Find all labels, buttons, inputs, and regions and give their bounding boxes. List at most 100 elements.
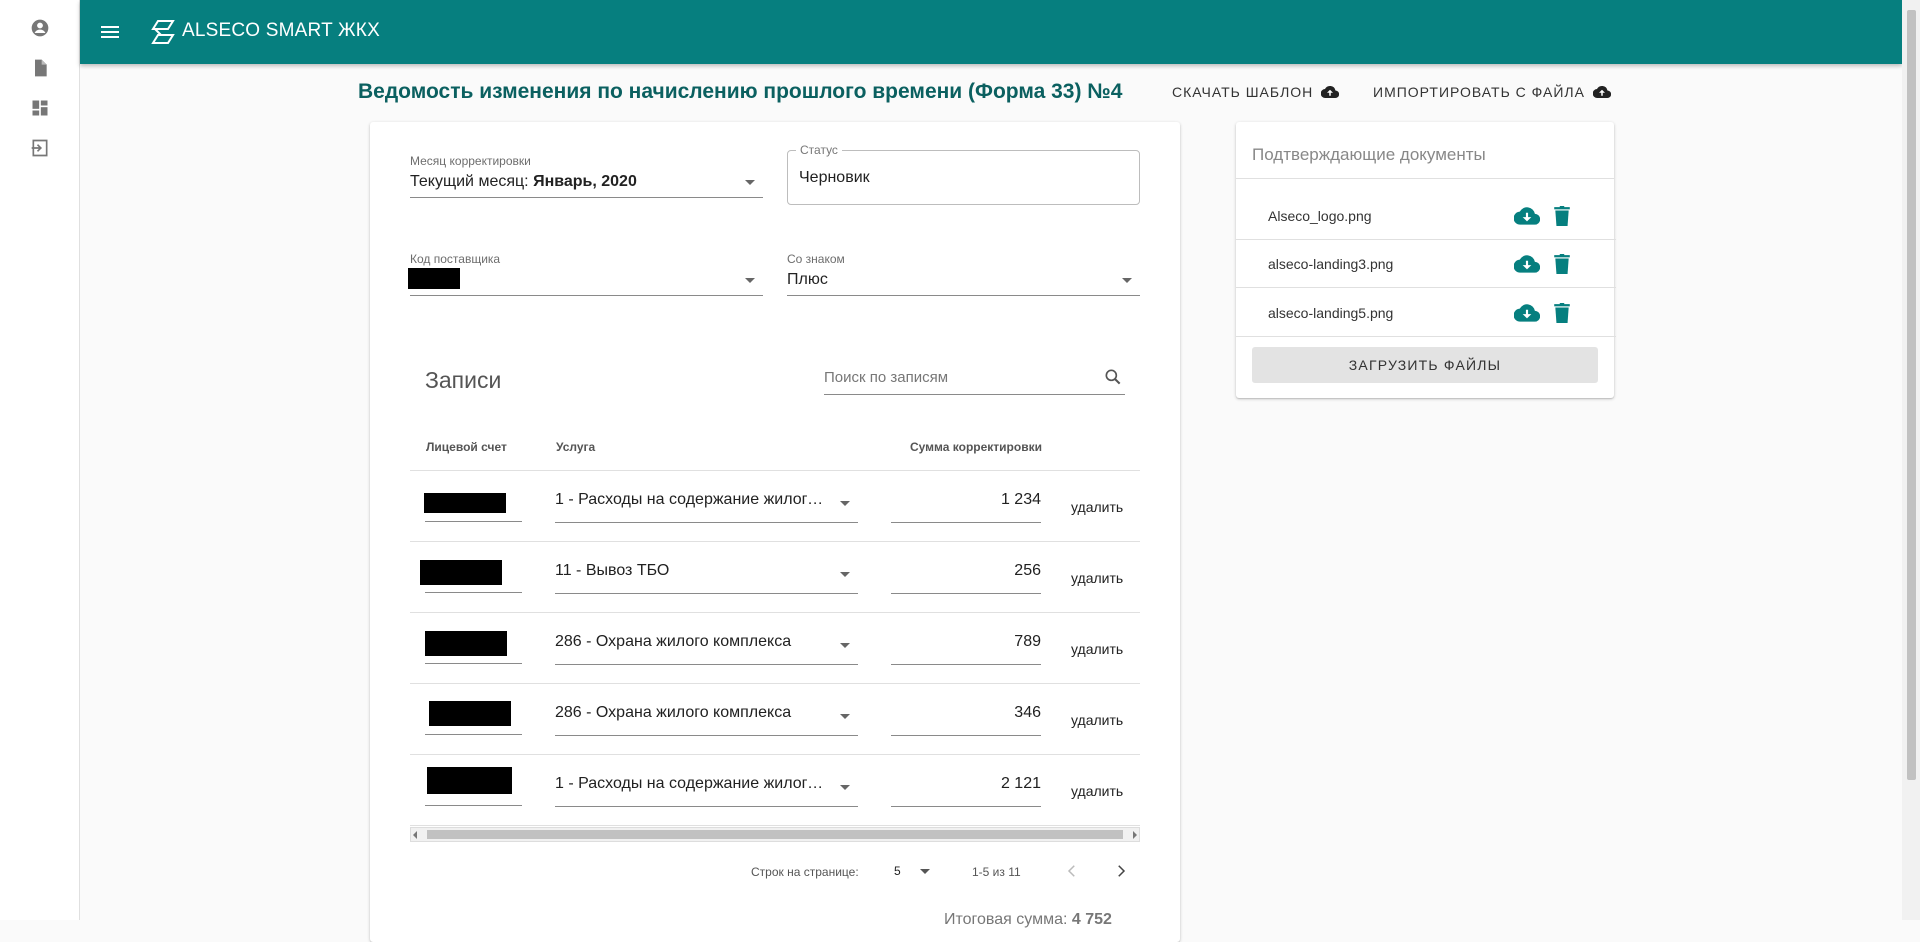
service-value: 11 - Вывоз ТБО — [555, 562, 670, 579]
document-item: alseco-landing5.png — [1236, 289, 1616, 337]
scroll-left-icon[interactable] — [413, 831, 417, 839]
login-icon[interactable] — [30, 138, 50, 158]
redacted-account — [425, 631, 507, 656]
month-select[interactable]: Месяц корректировки Текущий месяц: Январ… — [410, 154, 763, 198]
supplier-label: Код поставщика — [410, 252, 501, 266]
amount-input[interactable]: 256 — [891, 562, 1041, 594]
amount-input[interactable]: 346 — [891, 704, 1041, 736]
chevron-down-icon — [745, 278, 755, 283]
table-row: 1 - Расходы на содержание жилого помещен… — [410, 471, 1140, 542]
chevron-down-icon — [840, 501, 850, 506]
download-template-button[interactable]: СКАЧАТЬ ШАБЛОН — [1172, 84, 1340, 100]
status-label: Статус — [796, 143, 842, 157]
status-value: Черновик — [799, 169, 870, 186]
amount-input[interactable]: 789 — [891, 633, 1041, 665]
redacted-supplier-code — [408, 268, 460, 289]
cloud-upload-icon — [1321, 86, 1340, 99]
cloud-download-icon[interactable] — [1514, 254, 1540, 274]
service-select[interactable]: 1 - Расходы на содержание жилого помещен… — [555, 491, 858, 523]
documents-divider — [1236, 178, 1614, 179]
trash-icon[interactable] — [1554, 206, 1570, 226]
page-scrollbar[interactable] — [1902, 0, 1920, 920]
column-service: Услуга — [556, 440, 596, 454]
amount-input[interactable]: 1 234 — [891, 491, 1041, 523]
menu-icon[interactable] — [98, 20, 122, 44]
records-title: Записи — [425, 367, 502, 393]
month-prefix: Текущий месяц: — [410, 173, 529, 190]
trash-icon[interactable] — [1554, 303, 1570, 323]
supplier-code-select[interactable]: Код поставщика — [408, 252, 763, 296]
service-value: 1 - Расходы на содержание жилого помещен… — [555, 491, 825, 508]
table-horizontal-scrollbar[interactable] — [410, 827, 1140, 842]
file-icon[interactable] — [30, 58, 50, 78]
trash-icon[interactable] — [1554, 254, 1570, 274]
upload-files-button[interactable]: ЗАГРУЗИТЬ ФАЙЛЫ — [1252, 347, 1598, 383]
import-file-label: ИМПОРТИРОВАТЬ С ФАЙЛА — [1373, 84, 1585, 100]
scroll-right-icon[interactable] — [1133, 831, 1137, 839]
records-search-input[interactable]: Поиск по записям — [824, 364, 1125, 395]
rows-per-page-label: Строк на странице: — [751, 865, 859, 879]
status-field[interactable]: Статус Черновик — [787, 143, 1140, 205]
documents-title: Подтверждающие документы — [1252, 145, 1486, 164]
document-item: Alseco_logo.png — [1236, 192, 1616, 240]
app-bar: ALSECO SMART ЖКХ — [80, 0, 1902, 64]
document-name: alseco-landing5.png — [1268, 305, 1394, 321]
total-sum: Итоговая сумма: 4 752 — [944, 911, 1112, 929]
table-row: 286 - Охрана жилого комплекса 789 удалит… — [410, 613, 1140, 684]
service-select[interactable]: 11 - Вывоз ТБО — [555, 562, 858, 594]
delete-row-button[interactable]: удалить — [1071, 712, 1123, 728]
account-input[interactable] — [425, 734, 522, 735]
month-value: Текущий месяц: Январь, 2020 — [410, 173, 637, 191]
amount-input[interactable]: 2 121 — [891, 775, 1041, 807]
import-file-button[interactable]: ИМПОРТИРОВАТЬ С ФАЙЛА — [1373, 84, 1611, 100]
scrollbar-thumb[interactable] — [427, 830, 1123, 839]
document-name: Alseco_logo.png — [1268, 208, 1372, 224]
service-value: 286 - Охрана жилого комплекса — [555, 704, 792, 721]
account-icon[interactable] — [30, 18, 50, 38]
sign-select[interactable]: Со знаком Плюс — [787, 252, 1140, 296]
document-name: alseco-landing3.png — [1268, 256, 1394, 272]
service-select[interactable]: 286 - Охрана жилого комплекса — [555, 633, 858, 665]
chevron-down-icon — [840, 572, 850, 577]
search-placeholder: Поиск по записям — [824, 369, 949, 386]
chevron-down-icon — [840, 714, 850, 719]
service-select[interactable]: 286 - Охрана жилого комплекса — [555, 704, 858, 736]
next-page-icon[interactable] — [1112, 862, 1130, 880]
cloud-download-icon[interactable] — [1514, 206, 1540, 226]
redacted-account — [429, 701, 511, 726]
account-input[interactable] — [425, 521, 522, 522]
page-title: Ведомость изменения по начислению прошло… — [358, 80, 1123, 103]
column-amount: Сумма корректировки — [910, 440, 1042, 454]
service-value: 1 - Расходы на содержание жилого помещен… — [555, 775, 825, 792]
month-current: Январь, 2020 — [533, 173, 637, 190]
account-input[interactable] — [425, 663, 522, 664]
delete-row-button[interactable]: удалить — [1071, 499, 1123, 515]
previous-page-icon[interactable] — [1063, 862, 1081, 880]
chevron-down-icon — [745, 180, 755, 185]
chevron-down-icon — [1122, 278, 1132, 283]
delete-row-button[interactable]: удалить — [1071, 783, 1123, 799]
left-navigation-rail — [0, 0, 80, 920]
delete-row-button[interactable]: удалить — [1071, 641, 1123, 657]
scrollbar-thumb[interactable] — [1907, 10, 1916, 780]
service-select[interactable]: 1 - Расходы на содержание жилого помещен… — [555, 775, 858, 807]
month-label: Месяц корректировки — [410, 154, 531, 168]
column-account: Лицевой счет — [426, 440, 507, 454]
sign-label: Со знаком — [787, 252, 845, 266]
search-icon[interactable] — [1103, 367, 1123, 387]
rows-per-page-select[interactable]: 5 — [894, 862, 932, 882]
table-row: 11 - Вывоз ТБО 256 удалить — [410, 542, 1140, 613]
redacted-account — [424, 493, 506, 513]
account-input[interactable] — [425, 592, 522, 593]
dashboard-icon[interactable] — [30, 98, 50, 118]
document-item: alseco-landing3.png — [1236, 240, 1616, 288]
app-brand: ALSECO SMART ЖКХ — [182, 20, 380, 41]
rows-per-page-value: 5 — [894, 864, 901, 878]
download-template-label: СКАЧАТЬ ШАБЛОН — [1172, 84, 1314, 100]
account-input[interactable] — [425, 805, 522, 806]
cloud-upload-icon — [1592, 86, 1611, 99]
cloud-download-icon[interactable] — [1514, 303, 1540, 323]
chevron-down-icon — [840, 785, 850, 790]
delete-row-button[interactable]: удалить — [1071, 570, 1123, 586]
table-row: 1 - Расходы на содержание жилого помещен… — [410, 755, 1140, 826]
